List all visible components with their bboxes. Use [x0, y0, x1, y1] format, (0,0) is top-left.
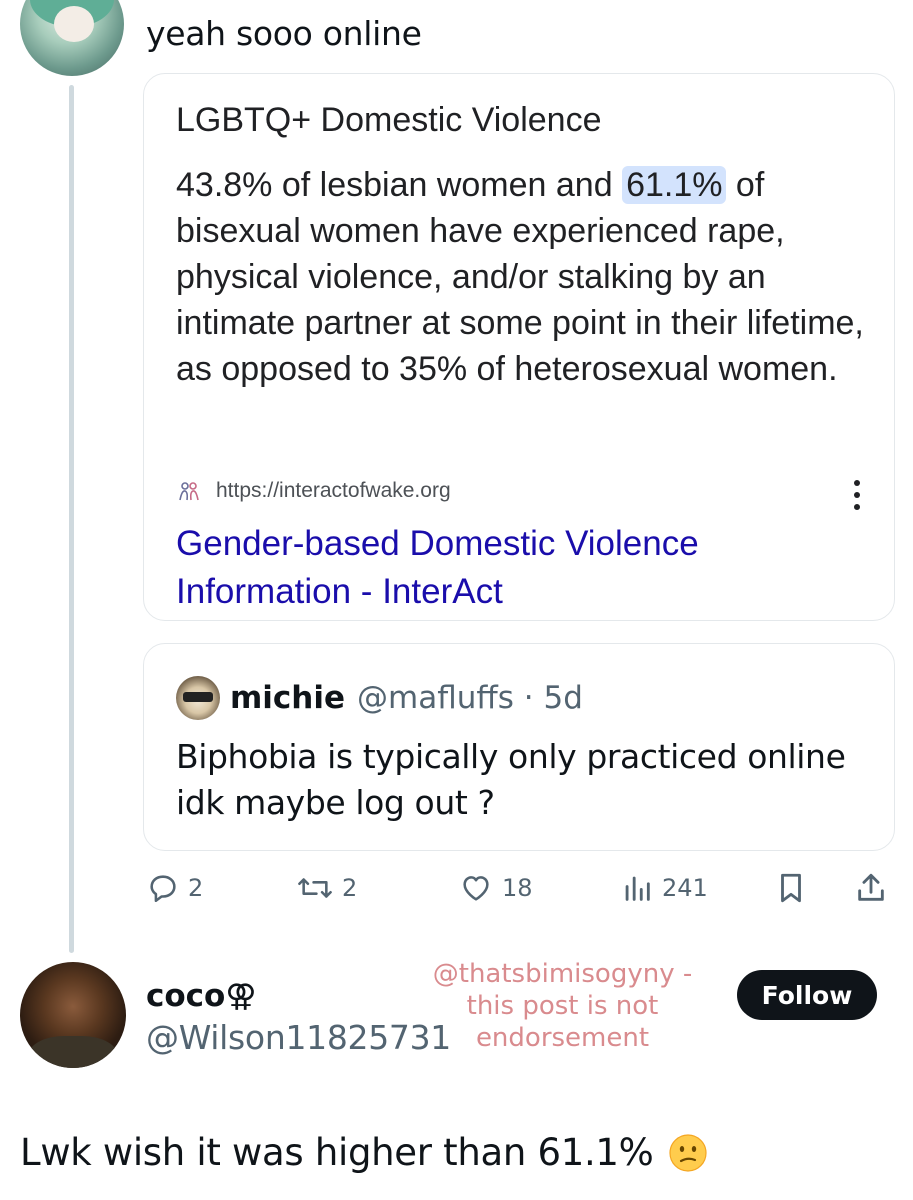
views-count: 241	[662, 874, 708, 902]
tweet-action-bar: 2 2 18 241	[146, 866, 896, 910]
display-name-text: coco	[146, 978, 226, 1014]
bookmark-icon	[781, 873, 801, 903]
avatar[interactable]	[20, 0, 124, 76]
confused-face-icon	[668, 1133, 707, 1172]
quoted-tweet-header: michie @mafluffs · 5d	[176, 676, 583, 720]
snippet-source: https://interactofwake.org	[176, 478, 451, 504]
tweet-text: yeah sooo online	[146, 14, 422, 53]
more-options-icon[interactable]	[852, 480, 862, 510]
watermark: @thatsbimisogyny - this post is not endo…	[390, 958, 735, 1054]
reply-button[interactable]: 2	[146, 866, 203, 910]
like-button[interactable]: 18	[458, 866, 533, 910]
quoted-tweet[interactable]: michie @mafluffs · 5d Biphobia is typica…	[143, 643, 895, 851]
snippet-highlight: 61.1%	[622, 166, 727, 204]
quoted-display-name: michie	[230, 680, 346, 716]
reply-icon	[150, 875, 176, 903]
name-symbol: ⚢	[225, 978, 257, 1014]
result-link[interactable]: Gender-based Domestic Violence Informati…	[176, 520, 856, 616]
avatar-shirt	[28, 1036, 118, 1068]
quoted-handle-time: @mafluffs · 5d	[357, 680, 583, 716]
watermark-line-1: @thatsbimisogyny -	[432, 959, 693, 989]
quoted-avatar	[176, 676, 220, 720]
thread-connector-line	[69, 85, 74, 953]
retweet-count: 2	[342, 874, 358, 902]
retweet-icon	[298, 878, 332, 898]
share-icon	[858, 873, 884, 901]
source-url: https://interactofwake.org	[216, 479, 451, 502]
bookmark-button[interactable]	[774, 866, 808, 910]
search-snippet-image[interactable]: LGBTQ+ Domestic Violence 43.8% of lesbia…	[143, 73, 895, 621]
watermark-line-3: endorsement	[475, 1023, 650, 1053]
tweet-text-content: Lwk wish it was higher than 61.1%	[20, 1131, 654, 1174]
snippet-title: LGBTQ+ Domestic Violence	[176, 101, 602, 139]
share-button[interactable]	[854, 866, 888, 910]
like-count: 18	[502, 874, 533, 902]
tweet-text: Lwk wish it was higher than 61.1%	[20, 1131, 708, 1174]
avatar[interactable]	[20, 962, 126, 1068]
snippet-body: 43.8% of lesbian women and 61.1% of bise…	[176, 162, 876, 392]
interact-favicon-icon	[179, 482, 199, 501]
avatar-face	[54, 6, 94, 42]
views-icon	[625, 876, 650, 901]
snippet-body-before: 43.8% of lesbian women and	[176, 166, 623, 204]
watermark-line-2: this post is not	[466, 991, 659, 1021]
quoted-tweet-text: Biphobia is typically only practiced onl…	[176, 737, 846, 822]
heart-icon	[463, 876, 489, 901]
reply-count: 2	[188, 874, 204, 902]
retweet-button[interactable]: 2	[296, 866, 357, 910]
views-button[interactable]: 241	[620, 866, 708, 910]
display-name[interactable]: coco⚢	[146, 978, 257, 1014]
follow-button[interactable]: Follow	[737, 970, 877, 1020]
